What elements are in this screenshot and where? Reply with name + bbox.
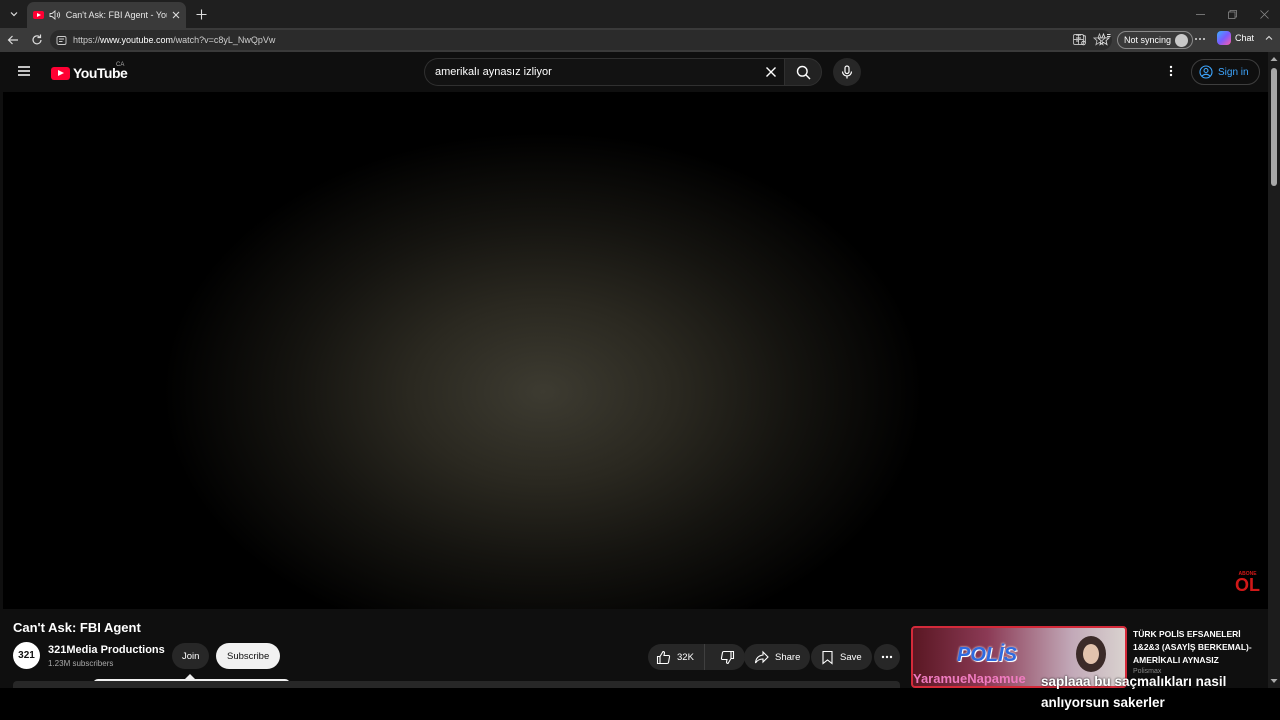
search-input[interactable]: amerikalı aynasız izliyor bbox=[424, 58, 784, 86]
thumbnail-portrait bbox=[1076, 636, 1106, 672]
chevron-down-icon bbox=[9, 9, 19, 19]
url-text: https://www.youtube.com/watch?v=c8yL_NwQ… bbox=[73, 35, 276, 45]
close-icon bbox=[1259, 9, 1269, 19]
page-scrollbar[interactable] bbox=[1268, 52, 1280, 688]
speaker-icon[interactable] bbox=[49, 10, 61, 20]
chat-label: Chat bbox=[1235, 33, 1255, 43]
favorites-button[interactable] bbox=[1098, 33, 1111, 46]
scrollbar-thumb[interactable] bbox=[1271, 68, 1277, 186]
profile-avatar bbox=[1175, 33, 1189, 47]
reload-button[interactable] bbox=[26, 29, 48, 51]
like-dislike-group: 32K bbox=[648, 644, 745, 670]
search-icon bbox=[796, 65, 811, 80]
browser-menu-button[interactable] bbox=[1193, 32, 1207, 46]
clear-search-icon[interactable] bbox=[764, 65, 778, 79]
subscriber-count: 1.23M subscribers bbox=[48, 659, 114, 668]
like-count: 32K bbox=[677, 651, 694, 663]
copilot-icon bbox=[1217, 31, 1231, 45]
read-aloud-button[interactable] bbox=[1074, 33, 1087, 46]
voice-search-button[interactable] bbox=[833, 58, 861, 86]
more-actions-button[interactable] bbox=[874, 644, 900, 670]
thumbnail-text: POLİS bbox=[957, 644, 1018, 666]
close-tab-icon[interactable] bbox=[172, 11, 180, 19]
search-button[interactable] bbox=[784, 58, 822, 86]
video-title: Can't Ask: FBI Agent bbox=[13, 620, 141, 635]
close-window-button[interactable] bbox=[1248, 0, 1280, 28]
dislike-button[interactable] bbox=[711, 644, 745, 670]
save-label: Save bbox=[840, 651, 862, 663]
arrow-left-icon bbox=[7, 34, 19, 46]
browser-tab-active[interactable]: Can't Ask: FBI Agent - YouTube bbox=[27, 2, 186, 28]
scroll-down-icon[interactable] bbox=[1270, 678, 1278, 684]
video-frame bbox=[3, 92, 1268, 609]
music-note-icon bbox=[1074, 33, 1087, 46]
sign-in-button[interactable]: Sign in bbox=[1191, 59, 1260, 85]
thumbs-up-icon bbox=[656, 650, 671, 665]
browser-toolbar: https://www.youtube.com/watch?v=c8yL_NwQ… bbox=[0, 28, 1280, 52]
guide-menu-button[interactable] bbox=[17, 64, 31, 78]
chevron-up-icon bbox=[1264, 33, 1274, 43]
chat-username: YaramueNapamue bbox=[913, 671, 1026, 686]
back-button[interactable] bbox=[2, 29, 24, 51]
youtube-masthead: YouTube CA amerikalı aynasız izliyor Sig… bbox=[0, 52, 1268, 92]
more-horizontal-icon bbox=[1193, 32, 1207, 46]
hamburger-menu-icon bbox=[17, 64, 31, 78]
description-box-edge bbox=[13, 681, 900, 688]
favorites-icon bbox=[1098, 33, 1111, 46]
bookmark-icon bbox=[821, 650, 834, 665]
youtube-favicon-icon bbox=[33, 11, 44, 19]
more-vertical-icon bbox=[1164, 64, 1178, 78]
reload-icon bbox=[31, 34, 43, 46]
like-button[interactable]: 32K bbox=[648, 644, 705, 670]
tab-title: Can't Ask: FBI Agent - YouTube bbox=[65, 10, 167, 20]
copilot-chat-button[interactable]: Chat bbox=[1217, 31, 1254, 45]
share-button[interactable]: Share bbox=[744, 644, 811, 670]
plus-icon bbox=[196, 9, 207, 20]
video-player[interactable]: ABONE OL bbox=[3, 92, 1268, 609]
site-info-icon[interactable] bbox=[56, 35, 67, 46]
share-arrow-icon bbox=[754, 650, 769, 665]
restore-icon bbox=[1227, 9, 1237, 19]
settings-menu-button[interactable] bbox=[1164, 64, 1178, 78]
restore-button[interactable] bbox=[1216, 0, 1248, 28]
search-query-text: amerikalı aynasız izliyor bbox=[435, 66, 552, 78]
sign-in-label: Sign in bbox=[1218, 66, 1249, 78]
country-code: CA bbox=[116, 62, 125, 68]
collapse-toolbar-button[interactable] bbox=[1264, 33, 1274, 43]
microphone-icon bbox=[841, 65, 853, 79]
subscribe-button[interactable]: Subscribe bbox=[216, 643, 281, 669]
more-horizontal-icon bbox=[880, 650, 894, 664]
youtube-play-icon bbox=[51, 66, 70, 80]
save-button[interactable]: Save bbox=[811, 644, 872, 670]
subscribe-watermark: ABONE OL bbox=[1235, 571, 1260, 595]
address-bar[interactable]: https://www.youtube.com/watch?v=c8yL_NwQ… bbox=[50, 30, 1112, 50]
share-label: Share bbox=[775, 651, 801, 663]
tab-actions-menu[interactable] bbox=[4, 4, 24, 24]
browser-tab-strip: Can't Ask: FBI Agent - YouTube bbox=[0, 0, 1280, 28]
thumbs-down-icon bbox=[720, 650, 735, 665]
channel-name-link[interactable]: 321Media Productions bbox=[48, 644, 165, 656]
minimize-icon bbox=[1195, 10, 1205, 19]
account-circle-icon bbox=[1199, 65, 1213, 79]
window-controls bbox=[1184, 0, 1280, 28]
profile-sync-button[interactable]: Not syncing bbox=[1117, 31, 1194, 49]
scroll-up-icon[interactable] bbox=[1270, 56, 1278, 62]
recommended-video-title[interactable]: TÜRK POLİS EFSANELERİ 1&2&3 (ASAYİŞ BERK… bbox=[1133, 628, 1261, 667]
new-tab-button[interactable] bbox=[191, 4, 211, 24]
chat-message: saplaaa bu saçmalıkları nasil anlıyorsun… bbox=[1041, 674, 1227, 710]
join-button[interactable]: Join bbox=[172, 643, 210, 669]
sync-label: Not syncing bbox=[1124, 35, 1172, 45]
channel-avatar[interactable]: 321 bbox=[13, 642, 40, 669]
minimize-button[interactable] bbox=[1184, 0, 1216, 28]
